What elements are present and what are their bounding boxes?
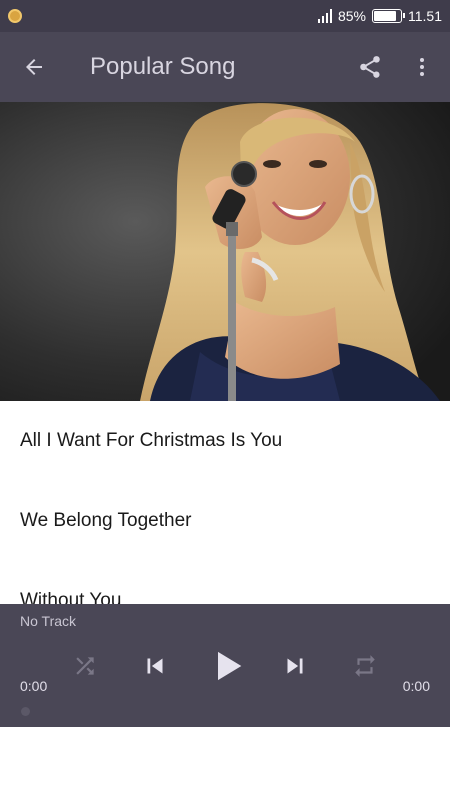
music-player: No Track 0:00 0:00 [0,604,450,727]
song-title: All I Want For Christmas Is You [20,430,283,451]
shuffle-icon [76,657,94,675]
status-right: 85% 11.51 [317,0,442,32]
more-vert-icon [420,58,424,76]
more-options-button[interactable] [402,45,442,89]
shuffle-button[interactable] [68,646,102,686]
skip-next-icon [287,658,303,674]
current-time: 0:00 [20,678,48,694]
battery-icon [372,9,405,23]
previous-button[interactable] [138,646,172,686]
page-title: Popular Song [90,53,236,80]
play-button[interactable] [208,646,248,686]
app-bar: Popular Song [0,32,450,102]
play-icon [218,651,242,681]
signal-icon [317,9,332,23]
clock: 11.51 [408,8,442,24]
repeat-button[interactable] [348,646,382,686]
singer-photo [0,102,450,401]
share-button[interactable] [348,45,392,89]
status-bar: 85% 11.51 [0,0,450,32]
song-list: All I Want For Christmas Is You We Belon… [0,401,450,604]
song-item[interactable]: We Belong Together [0,481,450,561]
repeat-icon [355,655,375,677]
hero-illustration [0,102,450,401]
now-playing-label: No Track [20,613,77,629]
bottom-blank-area [0,727,450,800]
song-title: We Belong Together [20,510,192,531]
notification-icon [8,9,22,23]
battery-percent: 85% [337,8,366,24]
arrow-left-icon [26,59,42,75]
song-title: Without You [20,590,122,604]
next-button[interactable] [278,646,312,686]
back-button[interactable] [12,45,56,89]
battery-fill [374,11,397,21]
song-item[interactable]: Without You [0,561,450,604]
seek-thumb[interactable] [21,707,30,716]
skip-previous-icon [147,658,163,674]
share-icon [360,56,380,78]
total-time: 0:00 [402,678,430,694]
song-item[interactable]: All I Want For Christmas Is You [0,401,450,481]
